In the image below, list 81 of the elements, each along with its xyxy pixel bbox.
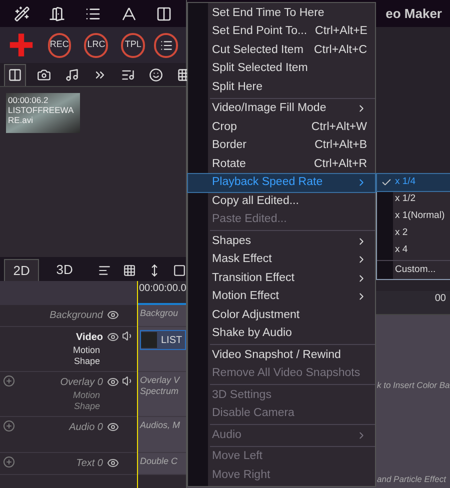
menu-item[interactable]: Rotate Ctrl+Alt+R (188, 155, 375, 174)
track-option[interactable]: Shape (74, 356, 100, 367)
track-name: Overlay 0 (60, 376, 103, 390)
list-button[interactable] (154, 32, 178, 58)
menu-item[interactable]: Video/Image Fill Mode (188, 100, 375, 118)
record-button[interactable]: REC (48, 32, 72, 58)
menu-item[interactable]: Video Snapshot / Rewind (188, 346, 375, 364)
panels-icon (8, 68, 22, 82)
clip-text: Audios, M (140, 420, 182, 431)
app-title: eo Maker (386, 4, 442, 23)
shortcut-text: Ctrl+Alt+E (315, 24, 368, 40)
menu-item[interactable]: Shake by Audio (188, 324, 375, 343)
video-thumbnail[interactable]: 00:00:06.2 LISTOFFREEWA RE.avi (6, 93, 80, 133)
music-note-icon (65, 68, 79, 82)
list-icon[interactable] (84, 6, 101, 22)
add-icon[interactable] (8, 31, 34, 59)
menu-item[interactable]: Split Selected Item (188, 60, 375, 78)
align-icon[interactable] (98, 264, 111, 276)
square-icon[interactable] (173, 264, 186, 276)
view-tab[interactable]: 3D (47, 259, 82, 281)
camera-icon (37, 68, 51, 82)
track-name: Background (50, 309, 103, 323)
menu-item[interactable]: Set End Point To... Ctrl+Alt+E (188, 22, 375, 41)
add-track-icon[interactable] (3, 375, 15, 387)
track-option[interactable]: Shape (74, 401, 100, 412)
grid-icon[interactable] (123, 264, 136, 276)
menu-item[interactable]: Split Here (188, 78, 375, 96)
clip-text: Double C (140, 456, 179, 467)
menu-item[interactable]: Playback Speed Rate (188, 174, 375, 192)
speed-option[interactable]: x 2 (377, 225, 450, 242)
speaker-icon[interactable] (122, 330, 134, 342)
eye-icon[interactable] (107, 376, 119, 388)
menu-item[interactable]: Shapes (188, 232, 375, 250)
eye-icon[interactable] (107, 421, 119, 433)
eye-icon[interactable] (107, 457, 119, 469)
track-option[interactable]: Motion (72, 345, 100, 356)
menu-item[interactable]: Crop Ctrl+Alt+W (188, 118, 375, 136)
menu-item[interactable]: Transition Effect (188, 269, 375, 288)
menu-item[interactable]: Cut Selected Item Ctrl+Alt+C (188, 41, 375, 60)
eye-icon[interactable] (107, 309, 119, 321)
video-clip[interactable]: LIST (140, 330, 186, 350)
speed-option[interactable]: Custom... (377, 262, 450, 279)
door-icon[interactable] (49, 6, 66, 22)
file-name: LISTOFFREEWA RE.avi (8, 105, 74, 125)
hint-text: k to Insert Color Ba (377, 379, 450, 392)
shortcut-text: Ctrl+Alt+W (311, 120, 367, 135)
menu-item[interactable]: Mask Effect (188, 250, 375, 269)
shortcut-text: Ctrl+Alt+B (314, 138, 367, 154)
duration-text: 00:00:06.2 (8, 95, 50, 105)
speed-option[interactable]: x 1/4 (377, 174, 450, 191)
record-button[interactable]: TPL (121, 32, 146, 58)
hint-text: and Particle Effect (377, 473, 448, 486)
track-name: Text 0 (76, 457, 103, 471)
track-name: Video (76, 331, 103, 345)
shortcut-text: Ctrl+Alt+C (314, 42, 367, 58)
record-button[interactable]: LRC (84, 32, 108, 58)
track-option[interactable]: Motion (72, 390, 100, 401)
speaker-icon[interactable] (122, 375, 134, 387)
view-tab[interactable]: 2D (4, 259, 40, 281)
music-list-icon (121, 68, 135, 82)
columns-icon[interactable] (156, 6, 172, 22)
smiley-icon (149, 68, 163, 82)
media-tab[interactable] (4, 64, 26, 86)
menu-item[interactable]: Copy all Edited... (188, 192, 375, 210)
clip-text: Spectrum (140, 386, 180, 397)
clip-text: Overlay V (140, 375, 181, 386)
check-icon (380, 177, 392, 188)
shortcut-text: Ctrl+Alt+R (314, 156, 367, 172)
speed-option[interactable]: x 1/2 (377, 191, 450, 208)
clip-text: Backgrou (140, 308, 180, 319)
speed-option[interactable]: x 4 (377, 242, 450, 259)
list-icon (160, 38, 173, 52)
menu-item[interactable]: Set End Time To Here (188, 4, 375, 22)
menu-item[interactable]: Border Ctrl+Alt+B (188, 136, 375, 155)
timeline-ruler: 00:00:00.0 (137, 281, 186, 305)
eye-icon[interactable] (107, 331, 119, 343)
add-track-icon[interactable] (3, 456, 15, 468)
track-name: Audio 0 (69, 421, 103, 435)
speed-option[interactable]: x 1(Normal) (377, 208, 450, 225)
magic-wand-icon[interactable] (14, 6, 30, 22)
add-track-icon[interactable] (3, 420, 15, 432)
